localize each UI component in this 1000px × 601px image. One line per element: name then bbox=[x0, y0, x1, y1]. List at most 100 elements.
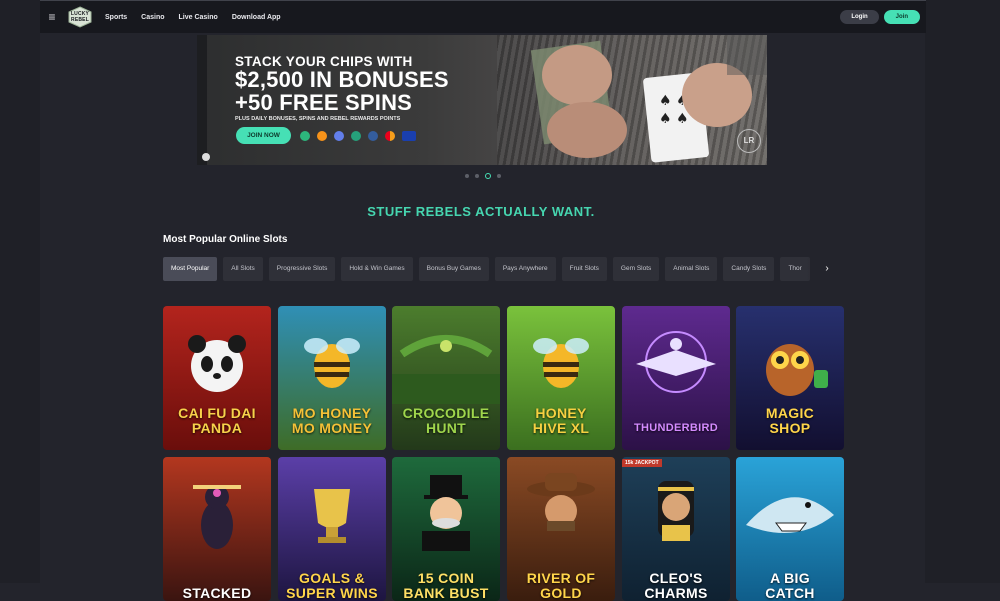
game-title: CLEO'S CHARMS bbox=[624, 571, 728, 601]
crocodile-icon bbox=[392, 335, 500, 404]
nav-link-live-casino[interactable]: Live Casino bbox=[179, 14, 218, 21]
seal-icon bbox=[202, 153, 210, 161]
category-filter-bar: Most Popular All Slots Progressive Slots… bbox=[163, 257, 842, 281]
promo-banner[interactable]: ♠ ♠ ♠ ♠ STACK YOUR CHIPS WITH $2,500 IN … bbox=[197, 35, 767, 165]
game-title-line: RIVER OF bbox=[526, 570, 596, 586]
game-title: HONEY HIVE XL bbox=[509, 406, 613, 436]
game-title-line: BANK BUST bbox=[403, 585, 489, 601]
banner-headline-3: +50 FREE SPINS bbox=[235, 90, 413, 115]
tagline: STUFF REBELS ACTUALLY WANT. bbox=[367, 204, 595, 219]
tether-icon bbox=[351, 131, 361, 141]
game-title-line: MAGIC bbox=[765, 405, 815, 421]
lr-badge: LR bbox=[737, 129, 761, 153]
panda-icon bbox=[188, 335, 246, 392]
game-tile-honey-hive-xl[interactable]: HONEY HIVE XL bbox=[507, 306, 615, 450]
game-title-line: CROCODILE bbox=[402, 405, 490, 421]
bee-icon bbox=[533, 338, 589, 388]
cat-icon bbox=[193, 485, 241, 549]
game-tile-cai-fu-dai-panda[interactable]: CAI FU DAI PANDA bbox=[163, 306, 271, 450]
game-title: CROCODILE HUNT bbox=[394, 406, 498, 436]
page-gutter-left bbox=[0, 0, 40, 583]
carousel-dot-active[interactable] bbox=[485, 173, 491, 179]
banner-subline: PLUS DAILY BONUSES, SPINS AND REBEL REWA… bbox=[235, 116, 401, 122]
category-chip-pays-anywhere[interactable]: Pays Anywhere bbox=[494, 257, 556, 281]
game-tile-stacked[interactable]: STACKED bbox=[163, 457, 271, 601]
nav-link-casino[interactable]: Casino bbox=[141, 14, 164, 21]
game-tile-mo-honey-mo-money[interactable]: MO HONEY MO MONEY bbox=[278, 306, 386, 450]
game-title-line: MO MONEY bbox=[291, 420, 373, 436]
game-tile-river-of-gold[interactable]: RIVER OF GOLD bbox=[507, 457, 615, 601]
game-title-line: GOLD bbox=[540, 585, 582, 601]
game-title-line: HUNT bbox=[425, 420, 467, 436]
category-chip-all-slots[interactable]: All Slots bbox=[223, 257, 263, 281]
banner-join-now-button[interactable]: JOIN NOW bbox=[236, 127, 291, 144]
ethereum-icon bbox=[334, 131, 344, 141]
game-tile-cleo-s-charms[interactable]: 15k JACKPOT CLEO'S CHARMS bbox=[622, 457, 730, 601]
game-tile-goals-super-wins[interactable]: GOALS & SUPER WINS bbox=[278, 457, 386, 601]
category-chip-gem-slots[interactable]: Gem Slots bbox=[612, 257, 660, 281]
category-chip-hold-win-games[interactable]: Hold & Win Games bbox=[341, 257, 413, 281]
category-chip-animal-slots[interactable]: Animal Slots bbox=[665, 257, 718, 281]
carousel-dot[interactable] bbox=[465, 174, 469, 178]
shark-icon bbox=[746, 497, 834, 533]
jackpot-badge: 15k JACKPOT bbox=[622, 459, 662, 467]
category-chip-most-popular[interactable]: Most Popular bbox=[163, 257, 218, 281]
logo-text-line-2: REBEL bbox=[71, 17, 89, 23]
banker-icon bbox=[422, 475, 470, 551]
game-title: MAGIC SHOP bbox=[738, 406, 842, 436]
section-title: Most Popular Online Slots bbox=[163, 234, 288, 245]
chevron-right-icon[interactable]: › bbox=[820, 262, 834, 276]
cleopatra-icon bbox=[658, 481, 694, 541]
game-title: A BIG CATCH bbox=[738, 571, 842, 601]
game-title-line: MO HONEY bbox=[292, 405, 372, 421]
game-tile-magic-shop[interactable]: MAGIC SHOP bbox=[736, 306, 844, 450]
game-title-line: CLEO'S bbox=[649, 570, 703, 586]
carousel-dot[interactable] bbox=[497, 174, 501, 178]
payment-methods bbox=[300, 131, 423, 141]
carousel-pagination bbox=[465, 173, 507, 179]
game-title: STACKED bbox=[165, 586, 269, 601]
game-title-line: CATCH bbox=[765, 585, 815, 601]
main-nav: Sports Casino Live Casino Download App bbox=[105, 14, 295, 21]
game-title: CAI FU DAI PANDA bbox=[165, 406, 269, 436]
hands-with-cards-illustration: ♠ ♠ ♠ ♠ bbox=[530, 35, 767, 163]
game-tile-thunderbird[interactable]: THUNDERBIRD bbox=[622, 306, 730, 450]
game-tile-crocodile-hunt[interactable]: CROCODILE HUNT bbox=[392, 306, 500, 450]
category-chip-bonus-buy-games[interactable]: Bonus Buy Games bbox=[418, 257, 489, 281]
category-chip-fruit-slots[interactable]: Fruit Slots bbox=[561, 257, 607, 281]
game-title: RIVER OF GOLD bbox=[509, 571, 613, 601]
game-title-line: PANDA bbox=[191, 420, 243, 436]
join-button[interactable]: Join bbox=[883, 10, 920, 24]
category-chip-candy-slots[interactable]: Candy Slots bbox=[723, 257, 775, 281]
game-title-line: 15 COIN bbox=[417, 570, 475, 586]
category-chip-progressive-slots[interactable]: Progressive Slots bbox=[268, 257, 336, 281]
banner-left-strip bbox=[197, 35, 207, 165]
game-title-line: SHOP bbox=[769, 420, 811, 436]
litecoin-icon bbox=[368, 131, 378, 141]
lucky-rebel-logo[interactable]: LUCKY REBEL bbox=[67, 6, 93, 28]
login-button[interactable]: Login bbox=[840, 10, 879, 24]
carousel-dot[interactable] bbox=[475, 174, 479, 178]
page-gutter-right bbox=[925, 0, 1000, 583]
game-title-line: CHARMS bbox=[644, 585, 708, 601]
game-title-line: A BIG bbox=[770, 570, 810, 586]
game-title-line: HONEY bbox=[535, 405, 587, 421]
top-navigation-bar: ≡ LUCKY REBEL Sports Casino Live Casino … bbox=[40, 0, 926, 33]
nav-link-sports[interactable]: Sports bbox=[105, 14, 127, 21]
game-tile-15-coin-bank-bust[interactable]: 15 COIN BANK BUST bbox=[392, 457, 500, 601]
mastercard-icon bbox=[385, 131, 395, 141]
owl-icon bbox=[766, 344, 828, 396]
game-tile-a-big-catch[interactable]: A BIG CATCH bbox=[736, 457, 844, 601]
cowboy-icon bbox=[527, 473, 595, 531]
nav-link-download-app[interactable]: Download App bbox=[232, 14, 281, 21]
game-title: THUNDERBIRD bbox=[624, 421, 728, 436]
game-title: MO HONEY MO MONEY bbox=[280, 406, 384, 436]
banner-headline-2: $2,500 IN BONUSES bbox=[235, 67, 449, 92]
game-title: 15 COIN BANK BUST bbox=[394, 571, 498, 601]
game-title: GOALS & SUPER WINS bbox=[280, 571, 384, 601]
bitcoin-cash-icon bbox=[300, 131, 310, 141]
visa-icon bbox=[402, 131, 416, 141]
menu-icon[interactable]: ≡ bbox=[45, 10, 59, 24]
bitcoin-icon bbox=[317, 131, 327, 141]
game-title-line: SUPER WINS bbox=[286, 585, 378, 601]
